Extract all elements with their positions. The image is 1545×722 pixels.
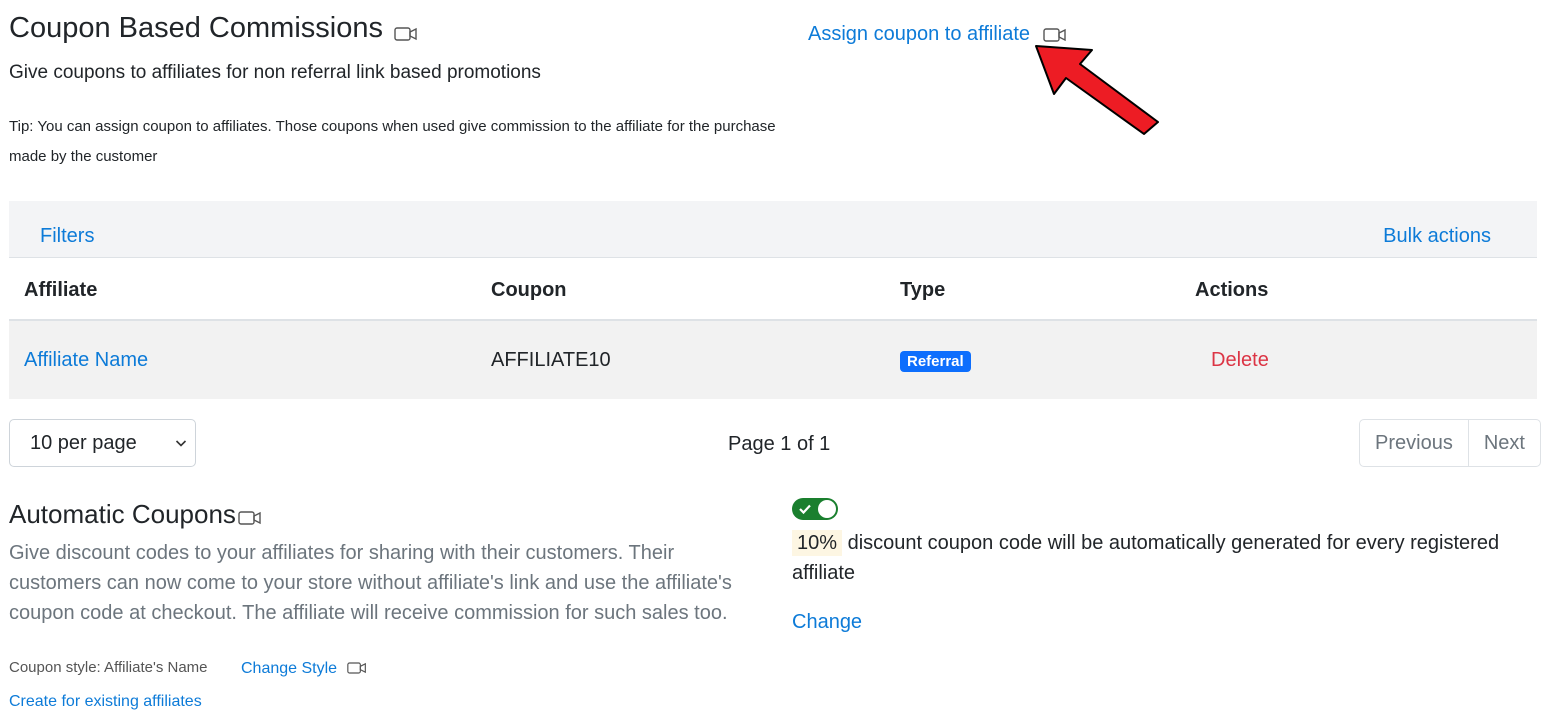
table-header: Affiliate Coupon Type Actions	[9, 259, 1537, 321]
video-icon[interactable]	[347, 661, 367, 675]
discount-percent: 10%	[792, 530, 843, 556]
automatic-coupons-description: Give discount codes to your affiliates f…	[9, 542, 732, 624]
page-info: Page 1 of 1	[728, 433, 831, 455]
page-title: Coupon Based Commissions	[9, 12, 383, 44]
bulk-actions-link[interactable]: Bulk actions	[1383, 225, 1491, 248]
discount-text: discount coupon code will be automatical…	[792, 532, 1500, 584]
video-icon[interactable]	[394, 26, 418, 42]
type-badge: Referral	[900, 351, 971, 372]
per-page-value: 10 per page	[30, 432, 137, 454]
next-button[interactable]: Next	[1467, 420, 1540, 466]
affiliate-name-link[interactable]: Affiliate Name	[24, 349, 148, 372]
delete-link[interactable]: Delete	[1211, 349, 1269, 372]
column-header-coupon: Coupon	[491, 279, 567, 301]
red-arrow-annotation	[1035, 45, 1159, 135]
column-header-type: Type	[900, 279, 946, 301]
discount-description: 10% discount coupon code will be automat…	[792, 528, 1532, 588]
automatic-coupons-title: Automatic Coupons	[9, 499, 236, 529]
check-icon	[799, 504, 811, 515]
previous-button[interactable]: Previous	[1360, 420, 1468, 466]
change-style-link[interactable]: Change Style	[241, 660, 337, 678]
coupon-code: AFFILIATE10	[491, 349, 611, 371]
table-toolbar: Filters Bulk actions	[9, 201, 1537, 258]
chevron-down-icon	[175, 440, 187, 447]
column-header-actions: Actions	[1195, 279, 1269, 301]
create-for-existing-link[interactable]: Create for existing affiliates	[9, 693, 202, 711]
filters-link[interactable]: Filters	[40, 225, 94, 248]
toggle-knob	[818, 500, 836, 518]
table-row: Affiliate Name AFFILIATE10 Referral Dele…	[9, 321, 1537, 399]
tip-text: Tip: You can assign coupon to affiliates…	[9, 118, 776, 165]
video-icon[interactable]	[238, 510, 262, 526]
assign-coupon-link[interactable]: Assign coupon to affiliate	[808, 23, 1030, 46]
page-subtitle: Give coupons to affiliates for non refer…	[9, 62, 541, 83]
automatic-coupons-toggle[interactable]	[792, 498, 838, 520]
change-link[interactable]: Change	[792, 611, 862, 634]
per-page-select[interactable]: 10 per page	[9, 419, 196, 467]
column-header-affiliate: Affiliate	[24, 279, 98, 301]
pagination: Previous Next	[1359, 419, 1541, 467]
coupon-style-label: Coupon style: Affiliate's Name	[9, 659, 208, 676]
